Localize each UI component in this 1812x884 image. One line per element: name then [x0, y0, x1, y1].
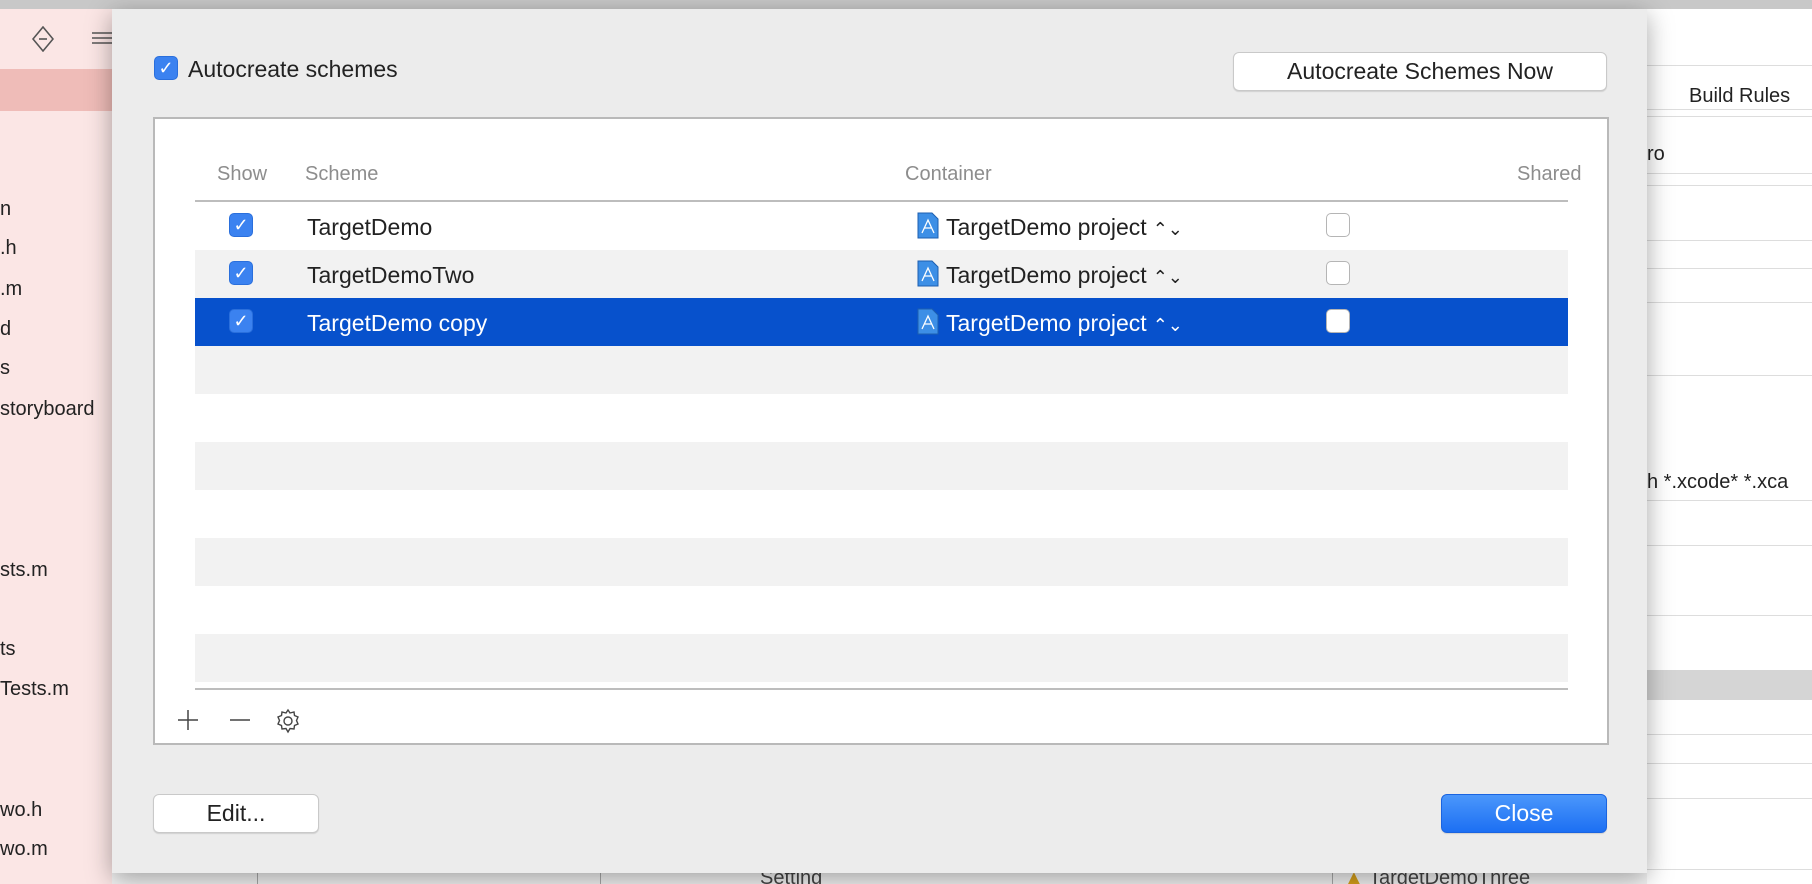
navigator-item[interactable]: Tests.m	[0, 678, 69, 701]
chevron-updown-icon: ⌃⌄	[1152, 315, 1183, 335]
selected-setting-row[interactable]	[1647, 670, 1812, 700]
table-bottom-divider	[195, 688, 1568, 690]
navigator-item[interactable]: storyboard	[0, 398, 95, 421]
close-button[interactable]: Close	[1441, 794, 1607, 833]
container-popup[interactable]: TargetDemo project ⌃⌄	[946, 214, 1183, 241]
empty-row	[195, 346, 1568, 394]
navigator-item[interactable]: s	[0, 357, 10, 380]
empty-row	[195, 490, 1568, 538]
setting-label: Setting	[760, 873, 823, 884]
xcode-project-icon	[917, 212, 939, 239]
selected-navigator-row[interactable]	[0, 69, 112, 111]
gear-icon[interactable]	[275, 708, 301, 734]
container-label: TargetDemo project	[946, 214, 1147, 240]
xcode-project-icon	[917, 308, 939, 335]
shared-checkbox[interactable]	[1326, 309, 1350, 333]
setting-value: h *.xcode* *.xca	[1647, 471, 1789, 493]
tab-build-rules[interactable]: Build Rules	[1689, 85, 1790, 108]
scheme-row[interactable]: ✓ TargetDemo copy TargetDemo project ⌃⌄	[195, 298, 1568, 346]
project-navigator: n .h .m d s storyboard sts.m ts Tests.m …	[0, 9, 112, 884]
empty-row	[195, 394, 1568, 442]
scheme-name: TargetDemo	[307, 214, 433, 240]
scheme-name: TargetDemoTwo	[307, 262, 475, 288]
container-label: TargetDemo project	[946, 262, 1147, 288]
setting-value: ro	[1647, 143, 1665, 165]
navigator-item[interactable]: n	[0, 198, 11, 221]
column-header-scheme[interactable]: Scheme	[305, 163, 378, 186]
navigator-item[interactable]: d	[0, 318, 11, 341]
container-label: TargetDemo project	[946, 310, 1147, 336]
navigator-item[interactable]: .h	[0, 237, 17, 260]
column-header-show[interactable]: Show	[217, 163, 267, 186]
list-icon[interactable]	[92, 29, 112, 49]
container-popup[interactable]: TargetDemo project ⌃⌄	[946, 310, 1183, 337]
xcode-project-icon	[917, 260, 939, 287]
shared-checkbox[interactable]	[1326, 261, 1350, 285]
target-item[interactable]: ▲ TargetDemoThree	[1344, 873, 1530, 884]
scheme-row[interactable]: ✓ TargetDemoTwo TargetDemo project ⌃⌄	[195, 250, 1568, 298]
shared-checkbox[interactable]	[1326, 213, 1350, 237]
empty-row	[195, 586, 1568, 634]
editor-panel: Build Rules ro h *.xcode* *.xca	[1647, 9, 1812, 884]
navigator-item[interactable]: ts	[0, 638, 16, 661]
scheme-row[interactable]: ✓ TargetDemo TargetDemo project ⌃⌄	[195, 202, 1568, 250]
edit-button[interactable]: Edit...	[153, 794, 319, 833]
navigator-item[interactable]: wo.h	[0, 799, 42, 822]
autocreate-schemes-checkbox[interactable]: ✓	[154, 56, 178, 80]
manage-schemes-dialog: ✓ Autocreate schemes Autocreate Schemes …	[112, 9, 1647, 873]
remove-scheme-button[interactable]	[229, 709, 251, 731]
add-scheme-button[interactable]	[177, 709, 199, 731]
show-checkbox[interactable]: ✓	[229, 213, 253, 237]
chevron-updown-icon: ⌃⌄	[1152, 267, 1183, 287]
empty-row	[195, 442, 1568, 490]
autocreate-schemes-label[interactable]: Autocreate schemes	[188, 56, 398, 83]
chevron-updown-icon: ⌃⌄	[1152, 219, 1183, 239]
container-popup[interactable]: TargetDemo project ⌃⌄	[946, 262, 1183, 289]
navigator-item[interactable]: .m	[0, 278, 22, 301]
column-header-shared[interactable]: Shared	[1517, 163, 1582, 186]
navigator-item[interactable]: sts.m	[0, 559, 48, 582]
empty-row	[195, 538, 1568, 586]
filter-diamond-icon[interactable]	[31, 25, 55, 53]
empty-row	[195, 634, 1568, 682]
target-icon: ▲	[1344, 873, 1369, 884]
scheme-name: TargetDemo copy	[307, 310, 488, 336]
autocreate-schemes-now-button[interactable]: Autocreate Schemes Now	[1233, 52, 1607, 91]
column-header-container[interactable]: Container	[905, 163, 992, 186]
navigator-item[interactable]: wo.m	[0, 838, 48, 861]
bottom-strip: Setting ▲ TargetDemoThree	[112, 873, 1647, 884]
schemes-table: Show Scheme Container Shared ✓ TargetDemo…	[153, 117, 1609, 745]
window-titlebar	[0, 0, 1812, 9]
show-checkbox[interactable]: ✓	[229, 309, 253, 333]
show-checkbox[interactable]: ✓	[229, 261, 253, 285]
target-label: TargetDemoThree	[1369, 873, 1531, 884]
